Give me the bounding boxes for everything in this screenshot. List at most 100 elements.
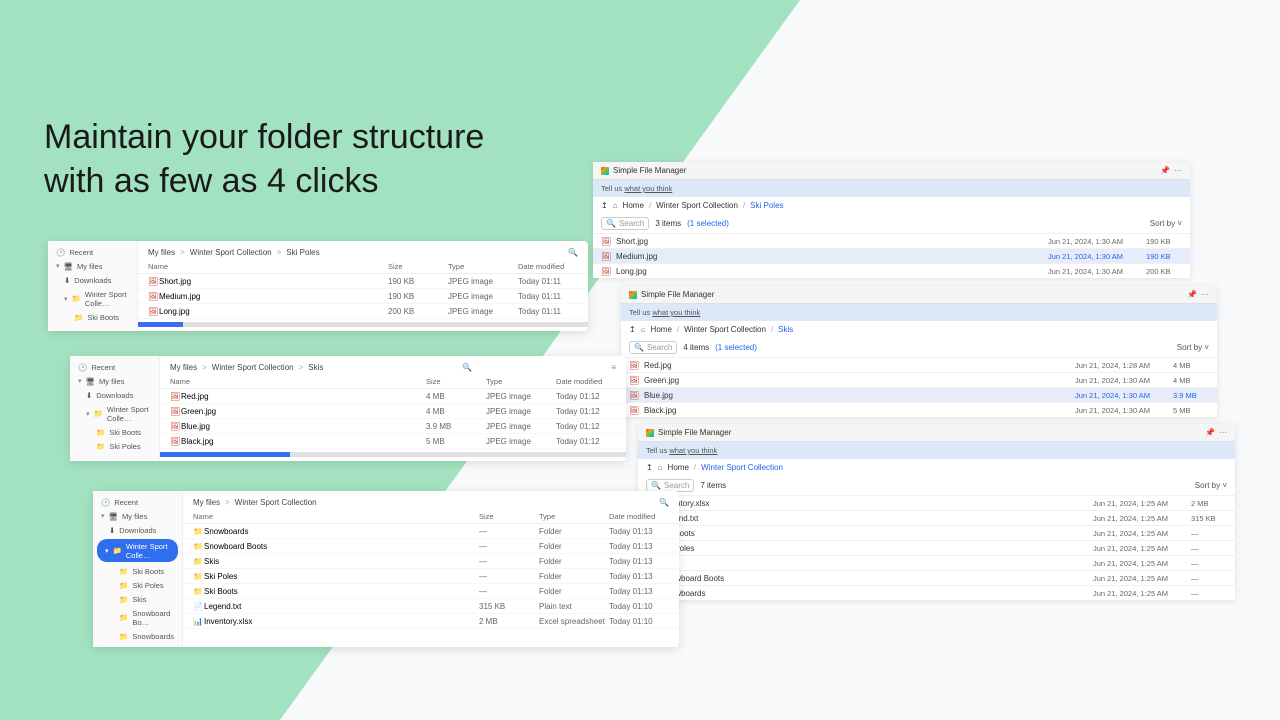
sort-by[interactable]: Sort by ˅ [1150, 219, 1182, 228]
pin-icon[interactable]: 📌 [1160, 166, 1170, 175]
file-row[interactable]: 📁SkisJun 21, 2024, 1:25 AM— [638, 555, 1235, 570]
crumb-current[interactable]: Skis [778, 325, 793, 334]
crumb[interactable]: My files [193, 498, 220, 507]
crumb[interactable]: My files [148, 248, 175, 257]
file-row[interactable]: 🖼Medium.jpg190 KBJPEG imageToday 01:11 [138, 289, 588, 304]
col-size[interactable]: Size [388, 262, 448, 271]
sidebar-downloads[interactable]: ⬇Downloads [70, 388, 159, 402]
more-icon[interactable]: ⋯ [1174, 166, 1182, 175]
crumb-collection[interactable]: Winter Sport Collection [656, 201, 738, 210]
sidebar-item[interactable]: 📁Ski Boots [70, 425, 159, 439]
col-size[interactable]: Size [426, 377, 486, 386]
crumb-current[interactable]: Winter Sport Collection [701, 463, 783, 472]
crumb-home[interactable]: Home [668, 463, 689, 472]
file-row[interactable]: 🖼Long.jpg200 KBJPEG imageToday 01:11 [138, 304, 588, 319]
home-icon[interactable]: ⌂ [613, 201, 618, 210]
sort-by[interactable]: Sort by ˅ [1177, 343, 1209, 352]
sidebar-recent[interactable]: 🕑Recent [48, 245, 137, 259]
sidebar-myfiles[interactable]: ▾🖥My files [48, 259, 137, 273]
search-input[interactable]: 🔍 Search [629, 341, 677, 354]
sidebar-recent[interactable]: 🕑Recent [70, 360, 159, 374]
up-icon[interactable]: ↥ [629, 325, 636, 334]
sidebar-item[interactable]: 📁Snowboard Bo… [93, 606, 182, 629]
sidebar-wsc-active[interactable]: ▾📁Winter Sport Colle… [97, 539, 178, 562]
crumb-collection[interactable]: Winter Sport Collection [684, 325, 766, 334]
col-name[interactable]: Name [193, 512, 479, 521]
file-row[interactable]: 📊Inventory.xlsx2 MBExcel spreadsheetToda… [183, 614, 679, 629]
crumb-current[interactable]: Ski Poles [750, 201, 783, 210]
crumb-home[interactable]: Home [623, 201, 644, 210]
crumb-current[interactable]: Ski Poles [286, 248, 319, 257]
search-icon[interactable]: 🔍 [568, 248, 578, 257]
col-size[interactable]: Size [479, 512, 539, 521]
col-type[interactable]: Type [539, 512, 609, 521]
col-date[interactable]: Date modified [518, 262, 578, 271]
sidebar-wsc[interactable]: ▾📁Winter Sport Colle… [48, 287, 137, 310]
sidebar-item[interactable]: 📁Ski Poles [93, 578, 182, 592]
search-icon[interactable]: 🔍 [659, 498, 669, 507]
sidebar-item[interactable]: 📁Ski Poles [70, 439, 159, 453]
feedback-link[interactable]: what you think [669, 446, 717, 455]
feedback-bar[interactable]: Tell us what you think [638, 442, 1235, 459]
file-row[interactable]: 🖼Black.jpg5 MBJPEG imageToday 01:12 [160, 434, 626, 449]
up-icon[interactable]: ↥ [646, 463, 653, 472]
sidebar-item[interactable]: 📁Skis [93, 592, 182, 606]
search-input[interactable]: 🔍 Search [601, 217, 649, 230]
sidebar-downloads[interactable]: ⬇Downloads [93, 523, 182, 537]
crumb-current[interactable]: Winter Sport Collection [235, 498, 317, 507]
file-row[interactable]: 🖼Blue.jpgJun 21, 2024, 1:30 AM3.9 MB [621, 387, 1217, 402]
file-row[interactable]: 📊Inventory.xlsxJun 21, 2024, 1:25 AM2 MB [638, 495, 1235, 510]
file-row[interactable]: 🖼Long.jpgJun 21, 2024, 1:30 AM200 KB [593, 263, 1190, 278]
file-row[interactable]: 📁SnowboardsJun 21, 2024, 1:25 AM— [638, 585, 1235, 600]
more-icon[interactable]: ⋯ [1201, 290, 1209, 299]
crumb[interactable]: My files [170, 363, 197, 372]
file-row[interactable]: 🖼Red.jpg4 MBJPEG imageToday 01:12 [160, 389, 626, 404]
sidebar-item[interactable]: 📁Ski Boots [93, 564, 182, 578]
file-row[interactable]: 🖼Blue.jpg3.9 MBJPEG imageToday 01:12 [160, 419, 626, 434]
search-icon[interactable]: 🔍 [462, 363, 472, 372]
sidebar-wsc[interactable]: ▾📁Winter Sport Colle… [70, 402, 159, 425]
home-icon[interactable]: ⌂ [658, 463, 663, 472]
file-row[interactable]: 🖼Short.jpg190 KBJPEG imageToday 01:11 [138, 274, 588, 289]
file-row[interactable]: 🖼Green.jpg4 MBJPEG imageToday 01:12 [160, 404, 626, 419]
feedback-link[interactable]: what you think [624, 184, 672, 193]
file-row[interactable]: 🖼Black.jpgJun 21, 2024, 1:30 AM5 MB [621, 402, 1217, 417]
file-row[interactable]: 📁Ski PolesJun 21, 2024, 1:25 AM— [638, 540, 1235, 555]
col-type[interactable]: Type [448, 262, 518, 271]
crumb[interactable]: Winter Sport Collection [190, 248, 272, 257]
crumb-current[interactable]: Skis [308, 363, 323, 372]
file-row[interactable]: 📁Snowboard Boots—FolderToday 01:13 [183, 539, 679, 554]
file-row[interactable]: 📁Ski BootsJun 21, 2024, 1:25 AM— [638, 525, 1235, 540]
crumb-home[interactable]: Home [651, 325, 672, 334]
file-row[interactable]: 🖼Short.jpgJun 21, 2024, 1:30 AM190 KB [593, 233, 1190, 248]
sidebar-recent[interactable]: 🕑Recent [93, 495, 182, 509]
sidebar-myfiles[interactable]: ▾🖥My files [93, 509, 182, 523]
file-row[interactable]: 📁Skis—FolderToday 01:13 [183, 554, 679, 569]
sidebar-item[interactable]: 📁Ski Boots [48, 310, 137, 324]
crumb[interactable]: Winter Sport Collection [212, 363, 294, 372]
file-row[interactable]: 🖼Red.jpgJun 21, 2024, 1:28 AM4 MB [621, 357, 1217, 372]
up-icon[interactable]: ↥ [601, 201, 608, 210]
col-type[interactable]: Type [486, 377, 556, 386]
sidebar-myfiles[interactable]: ▾🖥My files [70, 374, 159, 388]
sidebar-downloads[interactable]: ⬇Downloads [48, 273, 137, 287]
more-icon[interactable]: ⋯ [1219, 428, 1227, 437]
file-row[interactable]: 📄Legend.txtJun 21, 2024, 1:25 AM315 KB [638, 510, 1235, 525]
file-row[interactable]: 📁Snowboards—FolderToday 01:13 [183, 524, 679, 539]
home-icon[interactable]: ⌂ [641, 325, 646, 334]
feedback-bar[interactable]: Tell us what you think [621, 304, 1217, 321]
col-date[interactable]: Date modified [556, 377, 616, 386]
pin-icon[interactable]: 📌 [1187, 290, 1197, 299]
feedback-link[interactable]: what you think [652, 308, 700, 317]
file-row[interactable]: 📁Snowboard BootsJun 21, 2024, 1:25 AM— [638, 570, 1235, 585]
file-row[interactable]: 📁Ski Poles—FolderToday 01:13 [183, 569, 679, 584]
file-row[interactable]: 📄Legend.txt315 KBPlain textToday 01:10 [183, 599, 679, 614]
col-date[interactable]: Date modified [609, 512, 669, 521]
list-view-icon[interactable]: ≡ [611, 363, 616, 372]
feedback-bar[interactable]: Tell us what you think [593, 180, 1190, 197]
sort-by[interactable]: Sort by ˅ [1195, 481, 1227, 490]
col-name[interactable]: Name [148, 262, 388, 271]
pin-icon[interactable]: 📌 [1205, 428, 1215, 437]
file-row[interactable]: 🖼Medium.jpgJun 21, 2024, 1:30 AM190 KB [593, 248, 1190, 263]
file-row[interactable]: 📁Ski Boots—FolderToday 01:13 [183, 584, 679, 599]
